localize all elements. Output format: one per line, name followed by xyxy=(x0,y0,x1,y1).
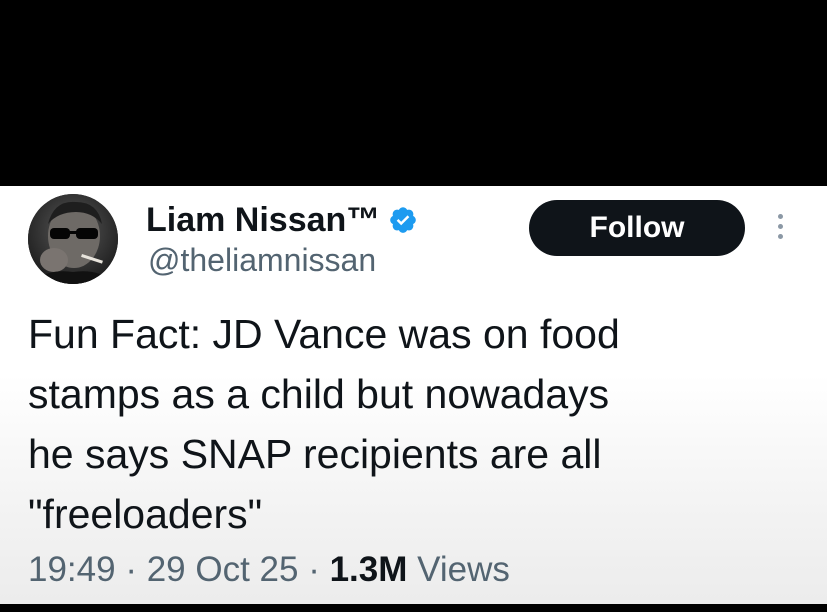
views-count: 1.3M xyxy=(329,550,408,589)
more-dot xyxy=(777,213,783,219)
more-dot xyxy=(777,233,783,239)
avatar[interactable] xyxy=(28,194,118,284)
tweet-meta: 19:49 · 29 Oct 25 · 1.3M Views xyxy=(28,550,510,590)
tweet-time[interactable]: 19:49 xyxy=(28,550,116,589)
tweet-card: Liam Nissan™ @theliamnissan Follow Fun F… xyxy=(0,186,827,604)
author-name-row: Liam Nissan™ xyxy=(146,198,418,242)
display-name[interactable]: Liam Nissan™ xyxy=(146,201,380,240)
meta-separator: · xyxy=(115,550,147,589)
tweet-text: Fun Fact: JD Vance was on food stamps as… xyxy=(28,311,620,537)
profile-photo-avatar-icon xyxy=(28,194,118,284)
more-dot xyxy=(777,223,783,229)
top-black-bar xyxy=(0,0,827,186)
views-label: Views xyxy=(407,550,510,589)
tweet-date[interactable]: 29 Oct 25 xyxy=(147,550,299,589)
bottom-black-bar xyxy=(0,604,827,612)
meta-separator: · xyxy=(298,550,330,589)
author-handle[interactable]: @theliamnissan xyxy=(148,242,376,279)
verified-badge-icon xyxy=(388,205,418,235)
follow-button[interactable]: Follow xyxy=(529,200,745,256)
more-options-icon[interactable] xyxy=(768,204,792,248)
